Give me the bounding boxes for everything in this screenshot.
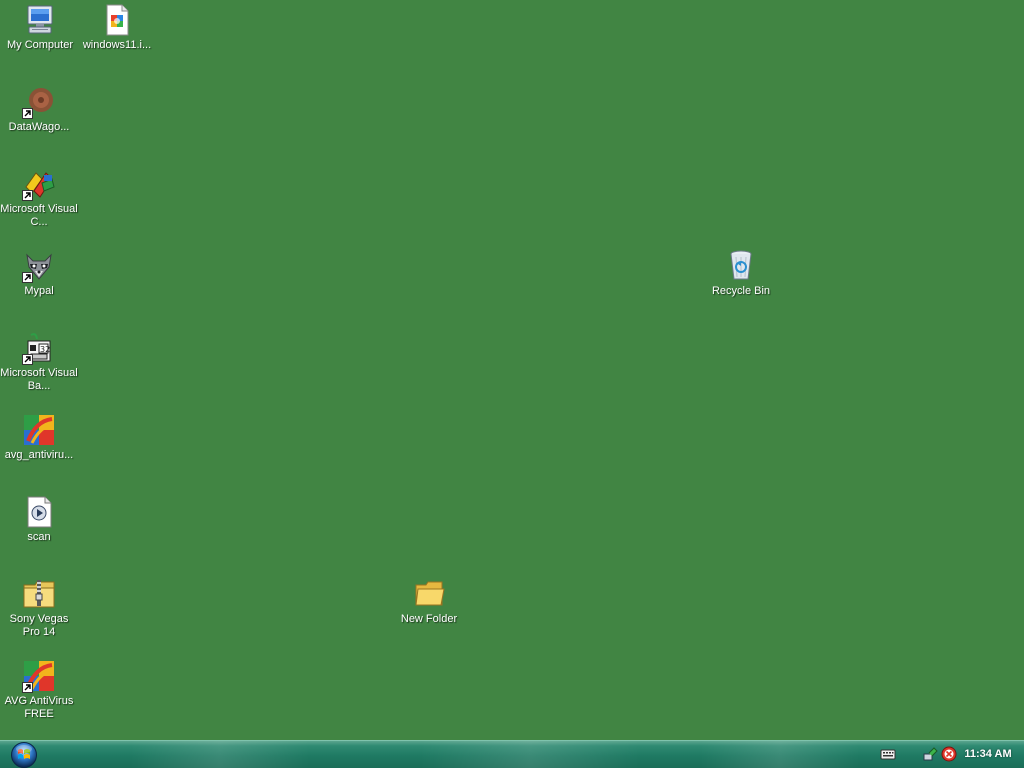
folder-icon xyxy=(412,577,446,611)
desktop-icon-label: Recycle Bin xyxy=(711,285,771,297)
desktop-icon-mypal[interactable]: Mypal xyxy=(0,249,78,298)
desktop-icon-label: scan xyxy=(27,531,51,543)
desktop-icon-new-folder[interactable]: New Folder xyxy=(390,577,468,626)
start-button[interactable] xyxy=(10,741,38,769)
desktop-icon-my-computer[interactable]: My Computer xyxy=(1,3,79,52)
desktop-icon-label: My Computer xyxy=(6,39,74,51)
taskbar[interactable] xyxy=(0,740,1024,769)
zip-folder-icon xyxy=(22,577,56,611)
visual-c-icon xyxy=(22,167,56,201)
desktop-icon-datawagon[interactable]: DataWago... xyxy=(0,85,78,134)
desktop-icon-recycle-bin[interactable]: Recycle Bin xyxy=(702,249,780,298)
desktop-icon-avg-installer[interactable]: avg_antiviru... xyxy=(0,413,78,462)
desktop-icon-ms-visual-basic[interactable]: 32 Microsoft Visual Ba... xyxy=(0,331,78,393)
tray-keyboard[interactable] xyxy=(880,746,896,762)
svg-text:32: 32 xyxy=(40,345,50,354)
start-orb-icon xyxy=(11,742,37,768)
desktop-icon-label: AVG AntiVirus FREE xyxy=(4,695,74,720)
keyboard-icon xyxy=(880,749,896,760)
desktop[interactable]: My Computer windows11.i... DataWago... M… xyxy=(0,0,1024,740)
desktop-icon-windows11[interactable]: windows11.i... xyxy=(78,3,156,52)
desktop-icon-ms-visual-c[interactable]: Microsoft Visual C... xyxy=(0,167,78,229)
shortcut-arrow-icon xyxy=(22,272,33,283)
desktop-icon-label: Microsoft Visual Ba... xyxy=(0,367,78,392)
tray-avg-status[interactable] xyxy=(941,746,957,762)
raccoon-icon xyxy=(22,249,56,283)
shortcut-arrow-icon xyxy=(22,682,33,693)
avg-tray-icon xyxy=(941,746,957,762)
shortcut-arrow-icon xyxy=(22,354,33,365)
shortcut-arrow-icon xyxy=(22,190,33,201)
desktop-icon-label: Mypal xyxy=(24,285,54,297)
desktop-icon-label: DataWago... xyxy=(8,121,70,133)
taskbar-streak xyxy=(130,741,310,769)
taskbar-streak xyxy=(700,741,860,769)
recycle-bin-icon xyxy=(724,249,758,283)
avg-icon xyxy=(22,659,56,693)
tray-network[interactable] xyxy=(923,746,939,762)
desktop-icon-avg-free[interactable]: AVG AntiVirus FREE xyxy=(0,659,78,721)
desktop-icon-label: New Folder xyxy=(400,613,458,625)
taskbar-clock[interactable]: 11:34 AM xyxy=(962,746,1014,762)
desktop-icon-label: Microsoft Visual C... xyxy=(0,203,78,228)
image-file-icon xyxy=(100,3,134,37)
desktop-icon-label: avg_antiviru... xyxy=(4,449,74,461)
desktop-icon-label: Sony Vegas Pro 14 xyxy=(9,613,69,638)
desktop-icon-label: windows11.i... xyxy=(82,39,152,51)
computer-icon xyxy=(23,3,57,37)
datawagon-icon xyxy=(22,85,56,119)
visual-basic-icon: 32 xyxy=(22,331,56,365)
media-file-icon xyxy=(22,495,56,529)
desktop-icon-scan[interactable]: scan xyxy=(0,495,78,544)
network-icon xyxy=(923,747,938,761)
avg-icon xyxy=(22,413,56,447)
taskbar-streak xyxy=(420,741,640,769)
desktop-icon-sony-vegas[interactable]: Sony Vegas Pro 14 xyxy=(0,577,78,639)
shortcut-arrow-icon xyxy=(22,108,33,119)
